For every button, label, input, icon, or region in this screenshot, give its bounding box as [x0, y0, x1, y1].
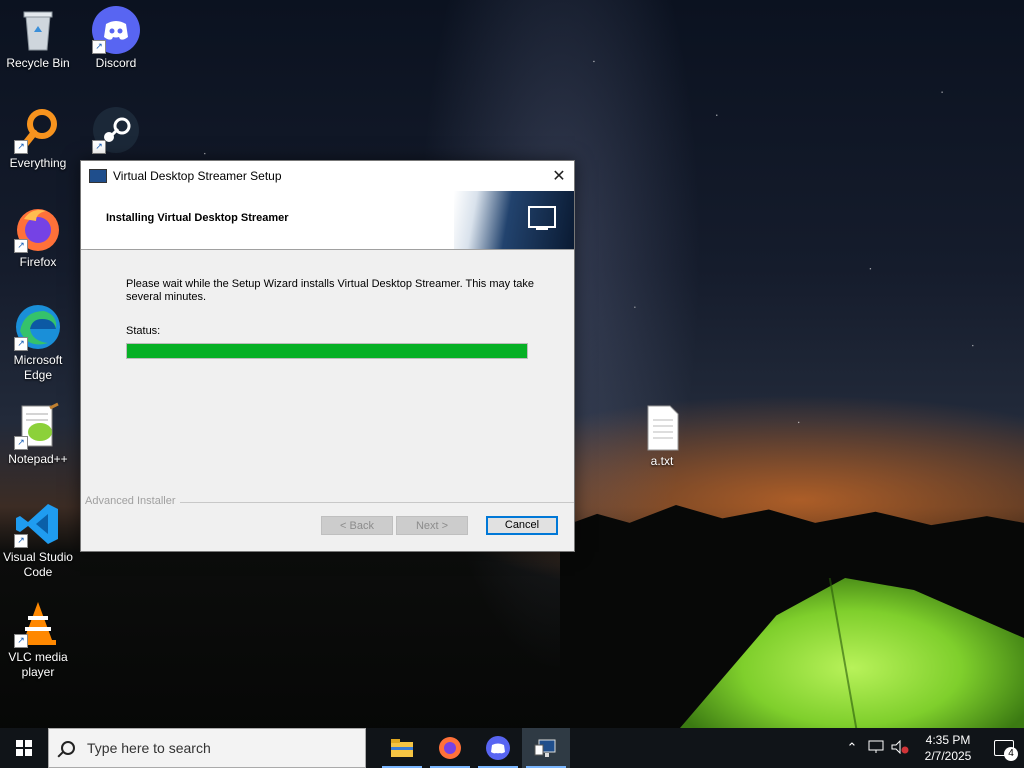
desktop-icon-label: VLC media player	[8, 650, 68, 679]
shortcut-arrow-icon: ↗	[14, 337, 28, 351]
desktop-icon-edge[interactable]: ↗ Microsoft Edge	[0, 303, 76, 383]
vscode-icon: ↗	[14, 500, 62, 548]
dialog-banner: Installing Virtual Desktop Streamer	[81, 191, 574, 250]
steam-icon: ↗	[92, 106, 140, 154]
taskbar-search-box[interactable]: Type here to search	[48, 728, 366, 768]
notepadpp-icon: ↗	[14, 402, 62, 450]
search-icon	[61, 741, 75, 755]
firefox-icon	[439, 737, 461, 759]
search-placeholder: Type here to search	[87, 740, 211, 756]
advanced-installer-branding: Advanced Installer	[85, 495, 180, 507]
dialog-message: Please wait while the Setup Wizard insta…	[126, 278, 534, 303]
desktop-icon-label: Firefox	[19, 255, 57, 269]
vlc-icon: ↗	[14, 600, 62, 648]
desktop-icon-label: Notepad++	[8, 452, 68, 466]
edge-icon: ↗	[14, 303, 62, 351]
clock-date: 2/7/2025	[924, 749, 972, 763]
discord-icon	[486, 736, 510, 760]
setup-icon	[534, 739, 556, 757]
cancel-button[interactable]: Cancel	[486, 516, 558, 535]
banner-art	[454, 191, 574, 249]
desktop-icon-everything[interactable]: ↗ Everything	[0, 106, 76, 171]
dialog-title: Virtual Desktop Streamer Setup	[113, 169, 282, 183]
setup-app-icon	[89, 169, 107, 183]
shortcut-arrow-icon: ↗	[14, 634, 28, 648]
desktop-icon-label: Discord	[95, 56, 137, 70]
taskbar-file-explorer[interactable]	[378, 728, 426, 768]
setup-dialog: Virtual Desktop Streamer Setup ✕ Install…	[80, 160, 575, 552]
shortcut-arrow-icon: ↗	[14, 239, 28, 253]
shortcut-arrow-icon: ↗	[92, 40, 106, 54]
volume-muted-icon[interactable]	[888, 739, 912, 757]
everything-search-icon: ↗	[14, 106, 62, 154]
network-icon[interactable]	[864, 740, 888, 757]
next-button[interactable]: Next >	[396, 516, 468, 535]
shortcut-arrow-icon: ↗	[92, 140, 106, 154]
back-button[interactable]: < Back	[321, 516, 393, 535]
install-progress-bar	[126, 343, 528, 359]
monitor-icon	[528, 206, 556, 230]
desktop-icon-label: Microsoft Edge	[13, 353, 63, 382]
desktop-icon-recycle-bin[interactable]: Recycle Bin	[0, 6, 76, 71]
recycle-bin-icon	[14, 6, 62, 54]
status-label: Status:	[126, 325, 161, 337]
shortcut-arrow-icon: ↗	[14, 436, 28, 450]
clock-time: 4:35 PM	[925, 733, 971, 747]
shortcut-arrow-icon: ↗	[14, 140, 28, 154]
shortcut-arrow-icon: ↗	[14, 534, 28, 548]
firefox-icon: ↗	[14, 205, 62, 253]
desktop-icon-label: Visual Studio Code	[3, 550, 73, 579]
desktop-icon-vscode[interactable]: ↗ Visual Studio Code	[0, 500, 76, 580]
desktop-icon-notepadpp[interactable]: ↗ Notepad++	[0, 402, 76, 467]
desktop-icon-label: Recycle Bin	[6, 56, 70, 70]
taskbar-setup[interactable]	[522, 728, 570, 768]
taskbar-firefox[interactable]	[426, 728, 474, 768]
system-tray: ⌃ 4:35 PM 2/7/2025 4	[840, 728, 1024, 768]
desktop-icon-discord[interactable]: ↗ Discord	[78, 6, 154, 71]
file-explorer-icon	[391, 739, 413, 757]
desktop-icon-label: a.txt	[650, 454, 674, 468]
chevron-up-icon[interactable]: ⌃	[840, 740, 864, 756]
notification-count-badge: 4	[1004, 747, 1018, 761]
start-button[interactable]	[0, 728, 48, 768]
desktop-icon-steam[interactable]: ↗	[78, 106, 154, 156]
dialog-titlebar[interactable]: Virtual Desktop Streamer Setup ✕	[81, 161, 574, 191]
desktop-icon-a-txt[interactable]: a.txt	[624, 404, 700, 469]
desktop-icon-vlc[interactable]: ↗ VLC media player	[0, 600, 76, 680]
windows-logo-icon	[16, 740, 32, 756]
desktop-icon-firefox[interactable]: ↗ Firefox	[0, 205, 76, 270]
action-center-button[interactable]: 4	[984, 728, 1024, 768]
close-icon[interactable]: ✕	[544, 166, 574, 186]
progress-fill	[127, 344, 527, 358]
taskbar-discord[interactable]	[474, 728, 522, 768]
dialog-heading: Installing Virtual Desktop Streamer	[106, 212, 289, 224]
taskbar: Type here to search ⌃ 4:35 PM 2/7/2025 4	[0, 728, 1024, 768]
taskbar-clock[interactable]: 4:35 PM 2/7/2025	[912, 732, 984, 764]
desktop-icon-label: Everything	[9, 156, 67, 170]
text-file-icon	[638, 404, 686, 452]
discord-icon: ↗	[92, 6, 140, 54]
